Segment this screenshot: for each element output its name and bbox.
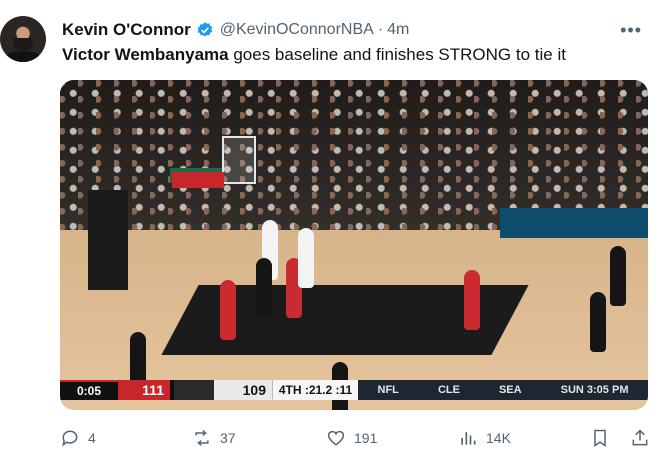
video-player xyxy=(610,246,626,306)
author-avatar[interactable] xyxy=(0,16,46,62)
reply-count: 4 xyxy=(88,430,96,446)
repost-count: 37 xyxy=(220,430,236,446)
video-player xyxy=(298,228,314,288)
video-player xyxy=(590,292,606,352)
ticker-item: NFL xyxy=(377,384,399,396)
avatar-beard xyxy=(13,38,33,52)
tweet-text-bold: Victor Wembanyama xyxy=(62,45,229,64)
like-button[interactable]: 191 xyxy=(326,426,377,450)
scorebug: 0:05 111 109 4TH :21.2 :11 NFL CLE SEA S… xyxy=(60,380,648,400)
like-count: 191 xyxy=(354,430,378,446)
scorebug-clock: 0:05 xyxy=(60,380,118,400)
video-adboard xyxy=(500,208,648,238)
spurs-logo-icon xyxy=(174,380,214,400)
reply-button[interactable]: 4 xyxy=(60,426,96,450)
separator-dot: · xyxy=(377,21,384,38)
views-button[interactable]: 14K xyxy=(458,426,511,450)
verified-badge-icon xyxy=(197,22,212,37)
ticker-item: SEA xyxy=(498,384,522,396)
scorebug-home-score: 111 xyxy=(118,380,170,400)
tweet-video[interactable]: 0:05 111 109 4TH :21.2 :11 NFL CLE SEA S… xyxy=(60,80,648,410)
ticker-item: SUN 3:05 PM xyxy=(560,384,629,396)
share-button[interactable] xyxy=(630,426,658,450)
more-options-icon[interactable]: ••• xyxy=(620,20,642,41)
video-player xyxy=(220,280,236,340)
author-name[interactable]: Kevin O'Connor xyxy=(62,20,191,40)
author-handle[interactable]: @KevinOConnorNBA xyxy=(220,21,374,39)
share-icon xyxy=(632,429,648,446)
reply-icon xyxy=(62,430,78,447)
tweet-header: Kevin O'Connor @KevinOConnorNBA · 4m xyxy=(62,20,409,40)
tweet-text: Victor Wembanyama goes baseline and fini… xyxy=(62,44,566,66)
scorebug-ticker: NFL CLE SEA SUN 3:05 PM xyxy=(358,380,648,400)
avatar-shirt xyxy=(4,52,42,62)
tweet-timestamp[interactable]: 4m xyxy=(387,21,409,39)
views-icon xyxy=(461,432,476,445)
tweet-actions: 4 37 191 14K xyxy=(60,426,650,450)
video-adboard-red xyxy=(172,172,224,188)
bookmark-icon xyxy=(594,429,606,447)
view-count: 14K xyxy=(486,430,511,446)
scorebug-period: 4TH :21.2 :11 xyxy=(272,380,358,400)
video-backboard xyxy=(222,136,256,184)
repost-button[interactable]: 37 xyxy=(192,426,236,450)
ticker-item: CLE xyxy=(437,384,460,396)
tweet-text-rest: goes baseline and finishes STRONG to tie… xyxy=(228,45,566,64)
video-player xyxy=(464,270,480,330)
bookmark-button[interactable] xyxy=(590,426,618,450)
scorebug-away-score: 109 xyxy=(214,380,272,400)
heart-icon xyxy=(327,430,345,446)
repost-icon xyxy=(195,429,209,447)
video-stanchion xyxy=(88,190,128,290)
video-player xyxy=(256,258,272,318)
